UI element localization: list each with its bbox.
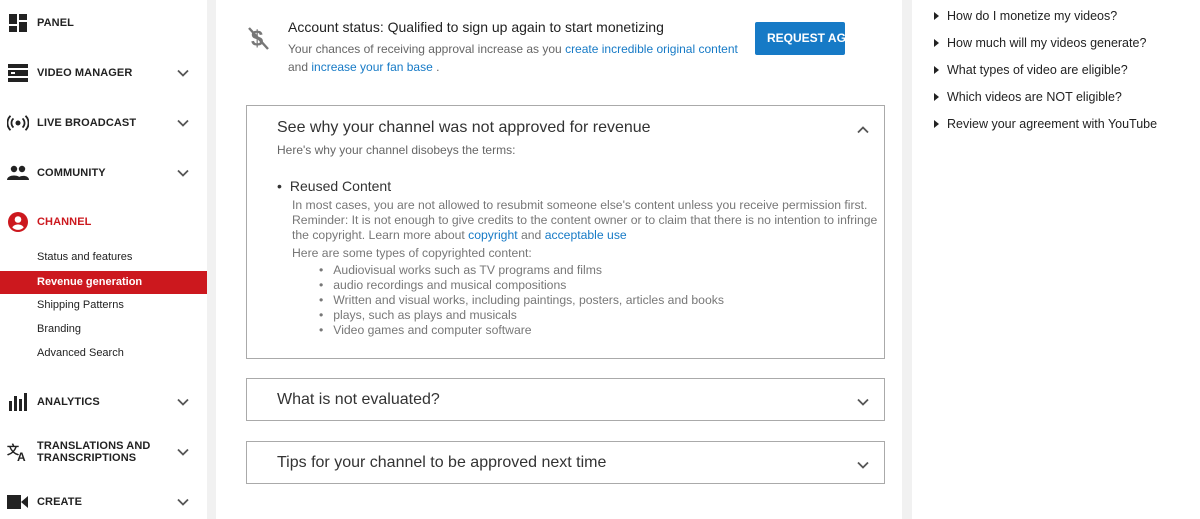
- chevron-down-icon[interactable]: [176, 445, 190, 459]
- nav-analytics-label: ANALYTICS: [37, 396, 100, 408]
- chevron-down-icon[interactable]: [176, 66, 190, 80]
- account-status-description: Your chances of receiving approval incre…: [288, 40, 738, 76]
- reused-content-title: Reused Content: [277, 178, 391, 194]
- create-content-link[interactable]: create incredible original content: [565, 42, 738, 56]
- faq-link[interactable]: Review your agreement with YouTube: [934, 117, 1157, 131]
- dashboard-icon: [7, 12, 29, 34]
- status-desc-text: .: [432, 60, 440, 74]
- nav-video-manager[interactable]: VIDEO MANAGER: [0, 58, 207, 88]
- nav-live-broadcast-label: LIVE BROADCAST: [37, 117, 137, 129]
- status-desc-text: Your chances of receiving approval incre…: [288, 42, 566, 56]
- sidebar: PANEL VIDEO MANAGER LIVE BROADCAST COMMU…: [0, 0, 207, 519]
- request-again-button[interactable]: REQUEST AGAIN: [755, 22, 845, 55]
- nav-video-manager-label: VIDEO MANAGER: [37, 67, 133, 79]
- nav-translations[interactable]: 文A TRANSLATIONS AND TRANSCRIPTIONS: [0, 437, 207, 467]
- sub-item-status-features[interactable]: Status and features: [0, 246, 207, 269]
- list-item: Audiovisual works such as TV programs an…: [319, 263, 724, 278]
- sub-item-advanced-search[interactable]: Advanced Search: [0, 342, 207, 365]
- community-icon: [7, 162, 29, 184]
- video-manager-icon: [7, 62, 29, 84]
- faq-link[interactable]: How much will my videos generate?: [934, 36, 1146, 50]
- nav-live-broadcast[interactable]: LIVE BROADCAST: [0, 108, 207, 138]
- analytics-icon: [7, 391, 29, 413]
- copyright-types-list: Audiovisual works such as TV programs an…: [319, 263, 724, 338]
- approval-tips-panel-title[interactable]: Tips for your channel to be approved nex…: [277, 454, 606, 472]
- list-item: Video games and computer software: [319, 323, 724, 338]
- reused-content-text: and: [517, 228, 545, 242]
- chevron-down-icon[interactable]: [856, 458, 870, 472]
- not-approved-panel-title[interactable]: See why your channel was not approved fo…: [277, 119, 651, 137]
- sub-item-branding[interactable]: Branding: [0, 318, 207, 341]
- translate-icon: 文A: [7, 441, 29, 463]
- svg-text:A: A: [17, 450, 26, 462]
- acceptable-use-link[interactable]: acceptable use: [545, 228, 627, 242]
- no-monetization-icon: $: [248, 26, 269, 51]
- reused-content-description: In most cases, you are not allowed to re…: [292, 198, 892, 243]
- create-icon: [7, 491, 29, 513]
- not-evaluated-panel-title[interactable]: What is not evaluated?: [277, 391, 440, 409]
- chevron-up-icon[interactable]: [856, 123, 870, 137]
- nav-channel[interactable]: CHANNEL: [0, 207, 207, 237]
- not-approved-panel: See why your channel was not approved fo…: [246, 105, 885, 359]
- channel-icon: [7, 211, 29, 233]
- sub-item-shipping-patterns[interactable]: Shipping Patterns: [0, 294, 207, 317]
- account-status-title: Account status: Qualified to sign up aga…: [288, 19, 664, 35]
- nav-translations-label: TRANSLATIONS AND TRANSCRIPTIONS: [37, 440, 151, 464]
- chevron-down-icon[interactable]: [176, 166, 190, 180]
- list-item: audio recordings and musical composition…: [319, 278, 724, 293]
- sub-item-revenue-generation[interactable]: Revenue generation: [0, 271, 207, 294]
- nav-panel[interactable]: PANEL: [0, 8, 207, 38]
- nav-panel-label: PANEL: [37, 17, 74, 29]
- main-content: $ Account status: Qualified to sign up a…: [216, 0, 902, 519]
- copyright-types-heading: Here are some types of copyrighted conte…: [292, 246, 532, 260]
- faq-link[interactable]: Which videos are NOT eligible?: [934, 90, 1122, 104]
- list-item: plays, such as plays and musicals: [319, 308, 724, 323]
- chevron-down-icon[interactable]: [856, 395, 870, 409]
- faq-link[interactable]: How do I monetize my videos?: [934, 9, 1117, 23]
- nav-community-label: COMMUNITY: [37, 167, 106, 179]
- not-evaluated-panel[interactable]: What is not evaluated?: [246, 378, 885, 421]
- chevron-down-icon[interactable]: [176, 495, 190, 509]
- faq-link[interactable]: What types of video are eligible?: [934, 63, 1128, 77]
- not-approved-panel-subtitle: Here's why your channel disobeys the ter…: [277, 143, 516, 157]
- approval-tips-panel[interactable]: Tips for your channel to be approved nex…: [246, 441, 885, 484]
- fan-base-link[interactable]: increase your fan base: [311, 60, 432, 74]
- nav-create[interactable]: CREATE: [0, 487, 207, 517]
- nav-community[interactable]: COMMUNITY: [0, 158, 207, 188]
- status-desc-text: and: [288, 60, 312, 74]
- nav-analytics[interactable]: ANALYTICS: [0, 387, 207, 417]
- list-item: Written and visual works, including pain…: [319, 293, 724, 308]
- live-broadcast-icon: [7, 112, 29, 134]
- nav-channel-label: CHANNEL: [37, 216, 92, 228]
- copyright-link[interactable]: copyright: [468, 228, 517, 242]
- help-sidebar: How do I monetize my videos? How much wi…: [912, 0, 1200, 519]
- chevron-down-icon[interactable]: [176, 395, 190, 409]
- chevron-down-icon[interactable]: [176, 116, 190, 130]
- nav-create-label: CREATE: [37, 496, 83, 508]
